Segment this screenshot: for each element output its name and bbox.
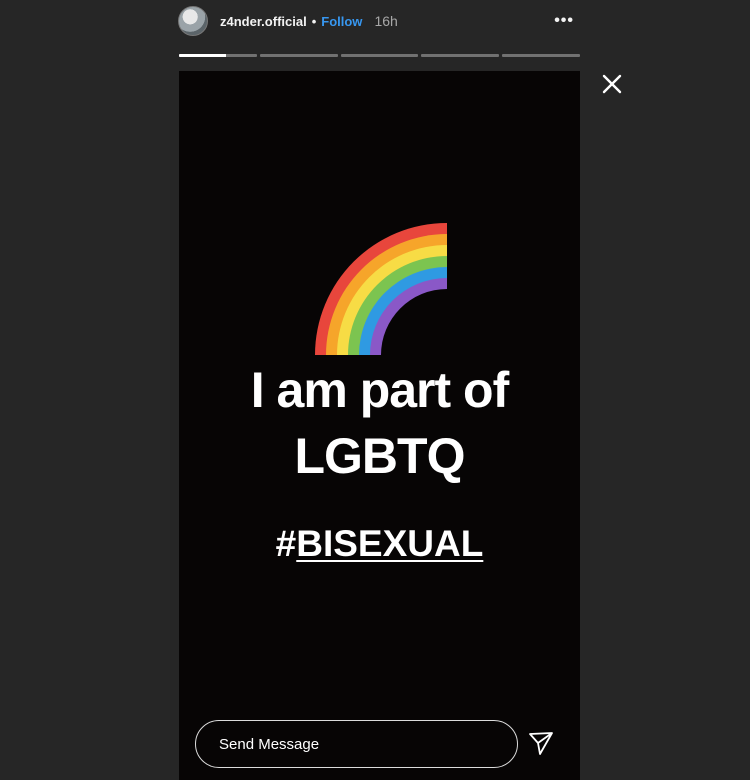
progress-segment [502, 54, 580, 57]
progress-segment [259, 54, 338, 57]
send-icon[interactable] [528, 730, 554, 756]
progress-segment [340, 54, 419, 57]
separator-dot: • [311, 13, 317, 29]
story-text-line1: I am part of [250, 362, 509, 418]
story-header: z4nder.official • Follow 16h ••• [178, 4, 582, 38]
story-progress [179, 54, 580, 57]
username[interactable]: z4nder.official [220, 14, 307, 29]
send-message-placeholder: Send Message [219, 735, 320, 753]
progress-fill [179, 54, 226, 57]
progress-segment [179, 54, 257, 57]
rainbow-icon [315, 223, 448, 364]
story-content[interactable]: I am part of LGBTQ #BISEXUAL [179, 71, 580, 780]
hashtag-text: BISEXUAL [296, 523, 484, 564]
avatar[interactable] [178, 6, 208, 36]
close-icon[interactable] [600, 72, 624, 96]
send-message-input[interactable]: Send Message [195, 720, 518, 768]
progress-segment [421, 54, 500, 57]
story-text-line2: LGBTQ [294, 428, 466, 484]
hashtag-symbol: # [275, 523, 297, 564]
hashtag[interactable]: #BISEXUAL [179, 523, 580, 565]
post-time: 16h [374, 13, 398, 29]
more-options-icon[interactable]: ••• [554, 12, 574, 30]
follow-button[interactable]: Follow [321, 14, 362, 29]
